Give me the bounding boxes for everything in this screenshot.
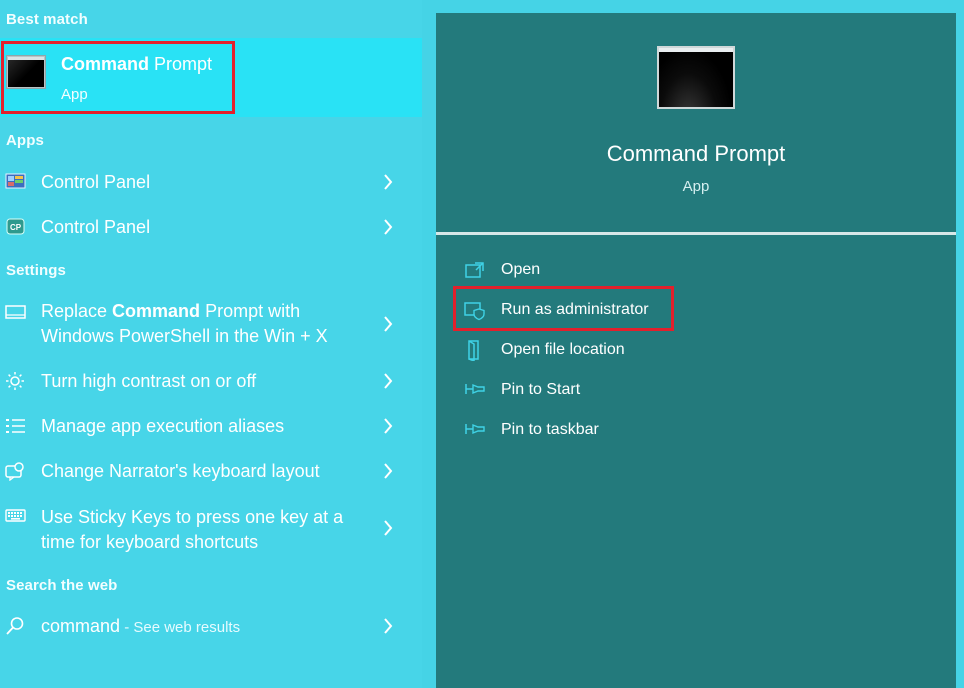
section-apps: Apps: [6, 132, 44, 149]
file-location-icon: [468, 340, 479, 361]
app-details-panel: Command Prompt App Open Run as administr…: [436, 13, 956, 688]
app-title: Command Prompt: [606, 141, 786, 166]
search-icon: [6, 617, 24, 635]
section-best-match: Best match: [6, 11, 88, 28]
app-item-control-panel[interactable]: Control Panel: [0, 166, 422, 198]
chevron-right-icon: [384, 373, 393, 389]
app-type: App: [682, 178, 710, 195]
command-prompt-large-icon: [657, 46, 735, 109]
chevron-right-icon: [384, 418, 393, 434]
section-search-web: Search the web: [6, 577, 118, 594]
web-search-item[interactable]: command - See web results: [0, 611, 422, 643]
action-label: Pin to taskbar: [501, 421, 599, 438]
best-match-highlight: [1, 41, 235, 114]
brightness-icon: [6, 372, 24, 390]
chevron-right-icon: [384, 463, 393, 479]
action-open[interactable]: Open: [436, 255, 956, 287]
action-pin-to-taskbar[interactable]: Pin to taskbar: [436, 415, 956, 447]
settings-item-line1: Use Sticky Keys to press one key at a: [41, 507, 344, 527]
pin-icon: [465, 423, 485, 435]
settings-item-line1: Replace Command Prompt with: [41, 299, 300, 323]
pin-icon: [465, 383, 485, 395]
settings-item-sticky-keys[interactable]: Use Sticky Keys to press one key at a ti…: [0, 502, 422, 558]
settings-item-label: Change Narrator's keyboard layout: [41, 461, 320, 481]
open-icon: [465, 262, 484, 278]
action-label: Open: [501, 261, 541, 278]
settings-item-replace-powershell[interactable]: Replace Command Prompt with Windows Powe…: [0, 296, 422, 352]
app-item-label: Control Panel: [41, 217, 151, 237]
settings-item-label: Manage app execution aliases: [41, 416, 285, 436]
panel-divider: [436, 232, 956, 235]
chevron-right-icon: [384, 174, 393, 190]
settings-item-line2: Windows PowerShell in the Win + X: [41, 326, 328, 346]
action-label: Pin to Start: [501, 381, 581, 398]
settings-item-line2: time for keyboard shortcuts: [41, 532, 259, 552]
action-label: Open file location: [501, 341, 625, 358]
web-search-suffix: - See web results: [120, 619, 241, 636]
keyboard-icon: [5, 509, 26, 522]
app-item-label: Control Panel: [41, 172, 151, 192]
chevron-right-icon: [384, 219, 393, 235]
text-part: Replace: [41, 301, 113, 321]
text-part: Prompt with: [200, 301, 301, 321]
control-panel-icon: [5, 173, 26, 189]
narrator-icon: [5, 462, 24, 481]
chevron-right-icon: [384, 316, 393, 332]
search-results-panel: Best match Command Prompt App Apps Contr…: [0, 0, 422, 688]
run-as-admin-highlight: [453, 286, 674, 331]
section-settings: Settings: [6, 262, 66, 279]
settings-item-app-aliases[interactable]: Manage app execution aliases: [0, 411, 422, 443]
control-panel-cp-icon: CP: [6, 218, 25, 235]
settings-item-narrator-keyboard[interactable]: Change Narrator's keyboard layout: [0, 456, 422, 488]
app-item-control-panel-2[interactable]: CP Control Panel: [0, 211, 422, 243]
web-search-query: command: [41, 616, 121, 636]
action-pin-to-start[interactable]: Pin to Start: [436, 375, 956, 407]
svg-text:CP: CP: [10, 223, 22, 232]
settings-item-label: Turn high contrast on or off: [41, 371, 257, 391]
chevron-right-icon: [384, 618, 393, 634]
settings-item-high-contrast[interactable]: Turn high contrast on or off: [0, 366, 422, 398]
monitor-icon: [5, 305, 26, 319]
action-open-file-location[interactable]: Open file location: [436, 335, 956, 367]
chevron-right-icon: [384, 520, 393, 536]
text-part-bold: Command: [112, 301, 201, 321]
web-search-label: command - See web results: [41, 614, 240, 640]
list-icon: [6, 419, 25, 433]
